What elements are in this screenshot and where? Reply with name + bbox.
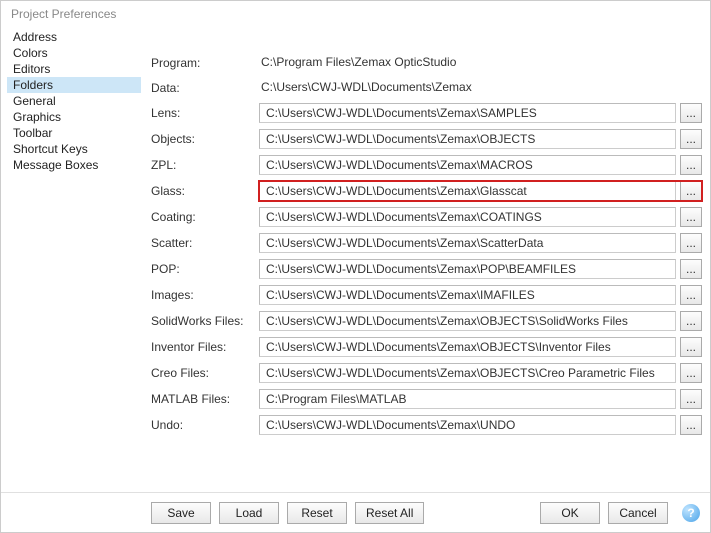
folder-value-wrap: C:\Users\CWJ-WDL\Documents\Zemax\UNDO... [259, 415, 702, 435]
folder-row: Coating:C:\Users\CWJ-WDL\Documents\Zemax… [151, 207, 702, 227]
folder-path-input[interactable]: C:\Users\CWJ-WDL\Documents\Zemax\SAMPLES [259, 103, 676, 123]
folder-value-wrap: C:\Users\CWJ-WDL\Documents\Zemax\IMAFILE… [259, 285, 702, 305]
folder-label: Coating: [151, 210, 259, 224]
folder-row: Objects:C:\Users\CWJ-WDL\Documents\Zemax… [151, 129, 702, 149]
folder-label: Images: [151, 288, 259, 302]
folder-path-input[interactable]: C:\Users\CWJ-WDL\Documents\Zemax\OBJECTS [259, 129, 676, 149]
sidebar-item-graphics[interactable]: Graphics [7, 109, 141, 125]
folder-path-input[interactable]: C:\Users\CWJ-WDL\Documents\Zemax\POP\BEA… [259, 259, 676, 279]
folder-path-input[interactable]: C:\Users\CWJ-WDL\Documents\Zemax\Glassca… [259, 181, 676, 201]
folder-value-wrap: C:\Users\CWJ-WDL\Documents\Zemax\OBJECTS… [259, 363, 702, 383]
folder-row: POP:C:\Users\CWJ-WDL\Documents\Zemax\POP… [151, 259, 702, 279]
folder-label: Glass: [151, 184, 259, 198]
folder-path-input[interactable]: C:\Users\CWJ-WDL\Documents\Zemax\UNDO [259, 415, 676, 435]
folder-label: Inventor Files: [151, 340, 259, 354]
folder-value-wrap: C:\Users\CWJ-WDL\Documents\Zemax\OBJECTS… [259, 337, 702, 357]
folder-row: ZPL:C:\Users\CWJ-WDL\Documents\Zemax\MAC… [151, 155, 702, 175]
folder-row: MATLAB Files:C:\Program Files\MATLAB... [151, 389, 702, 409]
folder-label: MATLAB Files: [151, 392, 259, 406]
folder-label: Creo Files: [151, 366, 259, 380]
folder-row: Program:C:\Program Files\Zemax OpticStud… [151, 53, 702, 72]
folder-path-input: C:\Users\CWJ-WDL\Documents\Zemax [259, 78, 702, 97]
help-icon[interactable]: ? [682, 504, 700, 522]
folder-label: Undo: [151, 418, 259, 432]
folder-label: Data: [151, 81, 259, 95]
reset-button[interactable]: Reset [287, 502, 347, 524]
folder-row: Glass:C:\Users\CWJ-WDL\Documents\Zemax\G… [151, 181, 702, 201]
folder-row: Inventor Files:C:\Users\CWJ-WDL\Document… [151, 337, 702, 357]
sidebar-item-colors[interactable]: Colors [7, 45, 141, 61]
sidebar-item-address[interactable]: Address [7, 29, 141, 45]
browse-button[interactable]: ... [680, 233, 702, 253]
folder-row: Lens:C:\Users\CWJ-WDL\Documents\Zemax\SA… [151, 103, 702, 123]
folder-value-wrap: C:\Users\CWJ-WDL\Documents\Zemax\SAMPLES… [259, 103, 702, 123]
folder-path-input[interactable]: C:\Users\CWJ-WDL\Documents\Zemax\COATING… [259, 207, 676, 227]
folder-path-input[interactable]: C:\Users\CWJ-WDL\Documents\Zemax\OBJECTS… [259, 363, 676, 383]
folder-value-wrap: C:\Users\CWJ-WDL\Documents\Zemax\Scatter… [259, 233, 702, 253]
browse-button[interactable]: ... [680, 389, 702, 409]
folder-value-wrap: C:\Users\CWJ-WDL\Documents\Zemax\MACROS.… [259, 155, 702, 175]
sidebar-item-editors[interactable]: Editors [7, 61, 141, 77]
browse-button[interactable]: ... [680, 207, 702, 227]
browse-button[interactable]: ... [680, 363, 702, 383]
folder-value-wrap: C:\Users\CWJ-WDL\Documents\Zemax\COATING… [259, 207, 702, 227]
folder-path-input[interactable]: C:\Users\CWJ-WDL\Documents\Zemax\Scatter… [259, 233, 676, 253]
folder-value-wrap: C:\Users\CWJ-WDL\Documents\Zemax [259, 78, 702, 97]
browse-button[interactable]: ... [680, 129, 702, 149]
folder-path-input[interactable]: C:\Users\CWJ-WDL\Documents\Zemax\MACROS [259, 155, 676, 175]
ok-button[interactable]: OK [540, 502, 600, 524]
footer: Save Load Reset Reset All OK Cancel ? [1, 492, 710, 532]
folder-label: Program: [151, 56, 259, 70]
folder-path-input: C:\Program Files\Zemax OpticStudio [259, 53, 702, 72]
browse-button[interactable]: ... [680, 285, 702, 305]
sidebar-item-message-boxes[interactable]: Message Boxes [7, 157, 141, 173]
folder-row: Data:C:\Users\CWJ-WDL\Documents\Zemax [151, 78, 702, 97]
folder-label: POP: [151, 262, 259, 276]
folder-value-wrap: C:\Program Files\Zemax OpticStudio [259, 53, 702, 72]
folder-label: Scatter: [151, 236, 259, 250]
browse-button[interactable]: ... [680, 337, 702, 357]
browse-button[interactable]: ... [680, 155, 702, 175]
sidebar-item-shortcut-keys[interactable]: Shortcut Keys [7, 141, 141, 157]
folder-path-input[interactable]: C:\Users\CWJ-WDL\Documents\Zemax\OBJECTS… [259, 311, 676, 331]
browse-button[interactable]: ... [680, 103, 702, 123]
folder-path-input[interactable]: C:\Users\CWJ-WDL\Documents\Zemax\IMAFILE… [259, 285, 676, 305]
folder-row: SolidWorks Files:C:\Users\CWJ-WDL\Docume… [151, 311, 702, 331]
folder-value-wrap: C:\Users\CWJ-WDL\Documents\Zemax\OBJECTS… [259, 311, 702, 331]
window-title: Project Preferences [1, 1, 710, 25]
folders-panel: Program:C:\Program Files\Zemax OpticStud… [141, 25, 710, 496]
folder-path-input[interactable]: C:\Program Files\MATLAB [259, 389, 676, 409]
folder-row: Images:C:\Users\CWJ-WDL\Documents\Zemax\… [151, 285, 702, 305]
folder-label: SolidWorks Files: [151, 314, 259, 328]
save-button[interactable]: Save [151, 502, 211, 524]
reset-all-button[interactable]: Reset All [355, 502, 424, 524]
folder-row: Creo Files:C:\Users\CWJ-WDL\Documents\Ze… [151, 363, 702, 383]
browse-button[interactable]: ... [680, 181, 702, 201]
folder-value-wrap: C:\Users\CWJ-WDL\Documents\Zemax\Glassca… [259, 181, 702, 201]
folder-label: Lens: [151, 106, 259, 120]
folder-value-wrap: C:\Users\CWJ-WDL\Documents\Zemax\OBJECTS… [259, 129, 702, 149]
sidebar-item-folders[interactable]: Folders [7, 77, 141, 93]
folder-label: Objects: [151, 132, 259, 146]
folder-row: Undo:C:\Users\CWJ-WDL\Documents\Zemax\UN… [151, 415, 702, 435]
cancel-button[interactable]: Cancel [608, 502, 668, 524]
sidebar: AddressColorsEditorsFoldersGeneralGraphi… [1, 25, 141, 496]
folder-path-input[interactable]: C:\Users\CWJ-WDL\Documents\Zemax\OBJECTS… [259, 337, 676, 357]
load-button[interactable]: Load [219, 502, 279, 524]
folder-row: Scatter:C:\Users\CWJ-WDL\Documents\Zemax… [151, 233, 702, 253]
folder-value-wrap: C:\Users\CWJ-WDL\Documents\Zemax\POP\BEA… [259, 259, 702, 279]
sidebar-item-toolbar[interactable]: Toolbar [7, 125, 141, 141]
browse-button[interactable]: ... [680, 259, 702, 279]
sidebar-item-general[interactable]: General [7, 93, 141, 109]
folder-label: ZPL: [151, 158, 259, 172]
browse-button[interactable]: ... [680, 415, 702, 435]
folder-value-wrap: C:\Program Files\MATLAB... [259, 389, 702, 409]
browse-button[interactable]: ... [680, 311, 702, 331]
